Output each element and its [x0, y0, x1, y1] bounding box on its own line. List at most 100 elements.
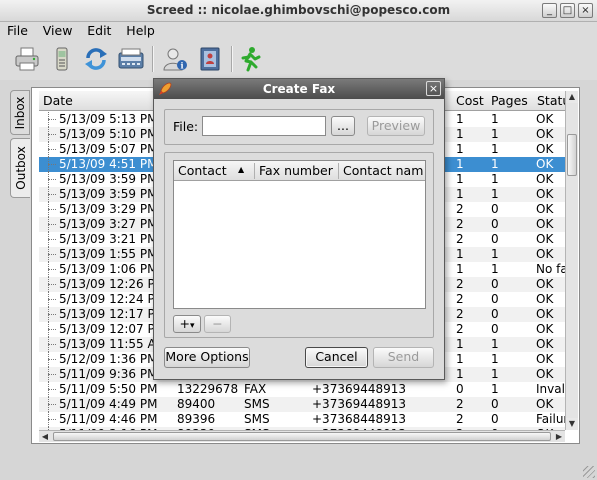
file-frame: File: ... Preview	[164, 109, 434, 145]
cell-pages: 0	[491, 307, 499, 321]
tree-line	[48, 149, 56, 150]
fax-machine-icon[interactable]	[117, 45, 145, 73]
menu-view[interactable]: View	[36, 22, 77, 38]
column-contact-name[interactable]: Contact name	[343, 163, 423, 178]
cell-cost: 1	[456, 337, 464, 351]
tree-line	[48, 134, 56, 135]
plus-icon: +	[179, 316, 190, 331]
cell-cost: 0	[456, 382, 464, 396]
toolbar-separator	[152, 46, 154, 72]
cell-cost: 2	[456, 412, 464, 426]
tab-inbox-label: Inbox	[13, 96, 27, 129]
tree-line	[48, 194, 56, 195]
column-cost[interactable]: Cost	[456, 93, 484, 108]
menu-bar: File View Edit Help	[0, 22, 597, 40]
tree-line	[48, 419, 56, 420]
contact-info-icon[interactable]: i	[161, 45, 189, 73]
tree-line	[48, 239, 56, 240]
cell-cost: 1	[456, 112, 464, 126]
window-titlebar[interactable]: Screed :: nicolae.ghimbovschi@popesco.co…	[0, 0, 597, 22]
cell-pages: 0	[491, 277, 499, 291]
cell-number: +37369448913	[312, 382, 407, 396]
maximize-button[interactable]: □	[560, 3, 575, 18]
menu-file[interactable]: File	[0, 22, 32, 38]
cell-cost: 1	[456, 262, 464, 276]
cancel-button[interactable]: Cancel	[305, 347, 368, 368]
table-row[interactable]: 5/11/09 4:46 PM 89396 SMS +37368448913 2 0 Fai…	[39, 412, 568, 427]
cell-cost: 1	[456, 127, 464, 141]
send-button[interactable]: Send	[373, 347, 434, 368]
column-fax-number[interactable]: Fax number	[259, 163, 337, 178]
dropdown-arrow-icon: ▾	[189, 321, 195, 331]
menu-help[interactable]: Help	[119, 22, 159, 38]
cell-cost: 2	[456, 202, 464, 216]
column-divider	[338, 163, 339, 179]
scroll-up-arrow[interactable]: ▲	[566, 91, 578, 103]
tree-line	[48, 119, 56, 120]
cell-pages: 1	[491, 367, 499, 381]
cell-cost: 1	[456, 367, 464, 381]
cell-cost: 1	[456, 142, 464, 156]
cell-number: +37369448913	[312, 397, 407, 411]
file-label: File:	[173, 119, 199, 134]
dialog-close-button[interactable]: ×	[426, 81, 441, 96]
contacts-table[interactable]: Contact ▲ Fax number Contact name	[173, 160, 426, 309]
cell-cost: 1	[456, 352, 464, 366]
close-button[interactable]: ×	[578, 3, 593, 18]
cell-pages: 1	[491, 157, 499, 171]
tree-line	[48, 164, 56, 165]
tab-outbox[interactable]: Outbox	[10, 138, 30, 198]
cell-cost: 2	[456, 397, 464, 411]
browse-button[interactable]: ...	[331, 116, 355, 136]
cell-pages: 1	[491, 127, 499, 141]
cell-pages: 1	[491, 262, 499, 276]
address-book-icon[interactable]	[196, 45, 224, 73]
more-options-button[interactable]: More Options	[164, 347, 250, 368]
run-icon[interactable]	[236, 45, 264, 73]
minimize-button[interactable]: _	[542, 3, 557, 18]
column-pages[interactable]: Pages	[491, 93, 528, 108]
cell-pages: 0	[491, 217, 499, 231]
tree-line	[48, 344, 56, 345]
add-contact-button[interactable]: +▾	[173, 315, 201, 333]
column-divider	[254, 163, 255, 179]
horizontal-scroll-thumb[interactable]	[53, 432, 551, 441]
cell-cost: 1	[456, 247, 464, 261]
tree-line	[48, 314, 56, 315]
cell-pages: 0	[491, 202, 499, 216]
tab-inbox[interactable]: Inbox	[10, 90, 30, 135]
cell-pages: 0	[491, 412, 499, 426]
file-input[interactable]	[202, 116, 326, 136]
toolbar: i	[0, 40, 597, 80]
cell-pages: 1	[491, 352, 499, 366]
cell-pages: 1	[491, 112, 499, 126]
preview-button[interactable]: Preview	[367, 116, 425, 136]
cell-pages: 1	[491, 187, 499, 201]
column-contact[interactable]: Contact	[178, 163, 238, 178]
cell-to: 89400	[177, 397, 216, 411]
vertical-scroll-thumb[interactable]	[567, 134, 577, 176]
cell-pages: 1	[491, 172, 499, 186]
refresh-icon[interactable]	[82, 45, 110, 73]
scroll-left-arrow[interactable]: ◀	[39, 431, 51, 442]
create-fax-dialog: Create Fax × File: ... Preview Contact ▲…	[153, 78, 445, 380]
sort-ascending-icon: ▲	[238, 165, 245, 174]
scroll-right-arrow[interactable]: ▶	[553, 431, 565, 442]
dialog-titlebar[interactable]: Create Fax ×	[154, 79, 444, 99]
contacts-table-header: Contact ▲ Fax number Contact name	[174, 161, 425, 181]
scroll-down-arrow[interactable]: ▼	[566, 418, 578, 430]
cell-cost: 2	[456, 232, 464, 246]
table-row[interactable]: 5/11/09 5:50 PM 13229678 FAX +37369448913 0 1…	[39, 382, 568, 397]
phone-icon[interactable]	[48, 45, 76, 73]
table-row[interactable]: 5/11/09 4:49 PM 89400 SMS +37369448913 2 0 OK	[39, 397, 565, 412]
tree-line	[48, 404, 56, 405]
vertical-scrollbar[interactable]: ▲ ▼	[565, 91, 578, 430]
dialog-title: Create Fax	[262, 82, 336, 96]
cell-cost: 1	[456, 157, 464, 171]
remove-contact-button[interactable]: −	[204, 315, 231, 333]
menu-edit[interactable]: Edit	[80, 22, 115, 38]
column-date[interactable]: Date	[43, 93, 73, 108]
window-resize-grip[interactable]	[583, 466, 595, 478]
horizontal-scrollbar[interactable]: ◀ ▶	[39, 430, 565, 442]
printer-icon[interactable]	[13, 45, 41, 73]
